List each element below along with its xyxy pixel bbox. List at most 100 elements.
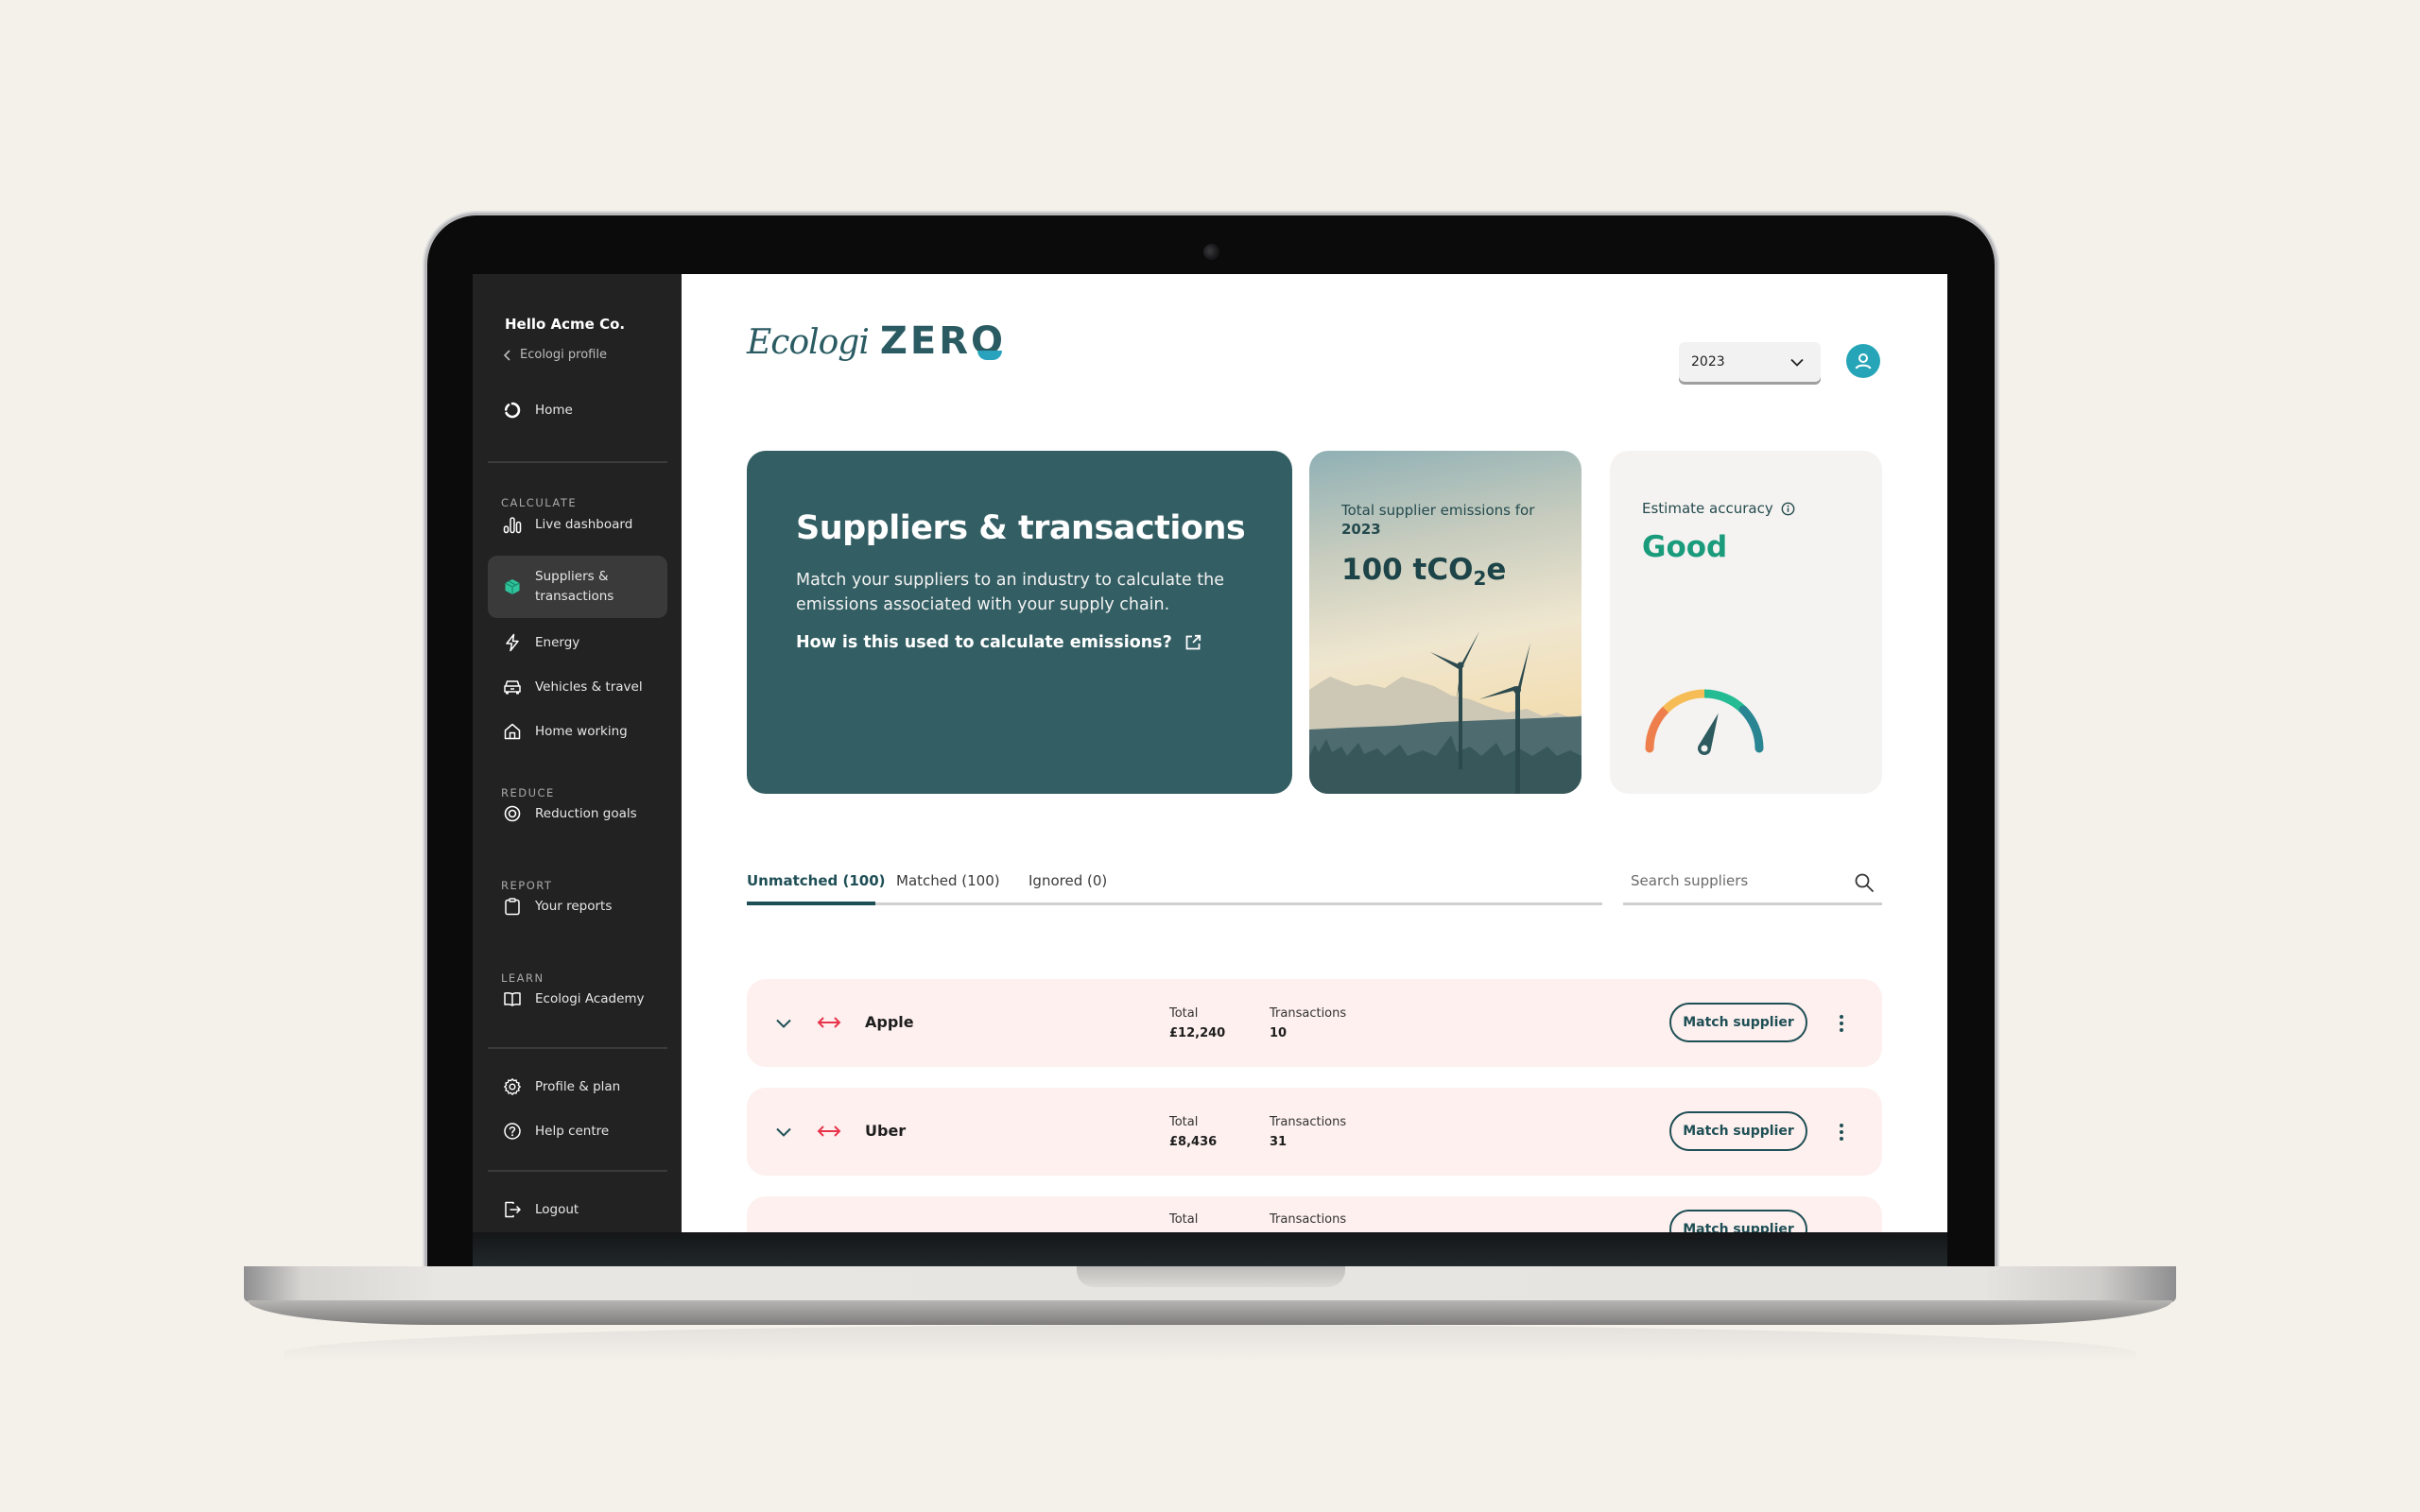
- logout-icon: [503, 1200, 522, 1219]
- webcam: [1203, 244, 1219, 260]
- transactions-label: Transactions: [1270, 1006, 1347, 1021]
- sidebar-item-label: Logout: [535, 1201, 579, 1217]
- supplier-row: Apple Total £12,240 Transactions 10 Match …: [747, 979, 1882, 1067]
- gauge-needle: [1698, 713, 1719, 755]
- search-suppliers: [1623, 872, 1882, 905]
- sidebar-divider: [488, 1170, 667, 1172]
- wind-turbine-landscape-illustration: [1309, 631, 1582, 794]
- app-screen: Hello Acme Co. Ecologi profile Home CALC…: [473, 274, 1947, 1232]
- laptop-bezel-bottom: [473, 1232, 1947, 1266]
- sidebar-item-profile-plan[interactable]: Profile & plan: [488, 1070, 667, 1104]
- info-icon[interactable]: [1781, 502, 1795, 516]
- logo-bold-text: ZERO: [880, 319, 1006, 363]
- active-tab-indicator: [747, 902, 875, 905]
- greeting: Hello Acme Co.: [505, 316, 626, 333]
- gauge-hub: [1701, 745, 1708, 752]
- back-to-ecologi-profile-link[interactable]: Ecologi profile: [503, 348, 607, 362]
- gear-icon: [503, 1077, 522, 1096]
- more-options-icon[interactable]: [1834, 1120, 1849, 1144]
- unmatched-arrows-icon: [817, 1017, 841, 1028]
- supplier-transactions: Transactions 10: [1270, 1004, 1346, 1043]
- total-value: £12,240: [1169, 1026, 1226, 1040]
- accuracy-label: Estimate accuracy: [1642, 500, 1795, 517]
- accuracy-label-text: Estimate accuracy: [1642, 500, 1773, 517]
- user-avatar-button[interactable]: [1846, 344, 1880, 378]
- sidebar-item-home[interactable]: Home: [488, 393, 667, 427]
- more-options-icon[interactable]: [1834, 1011, 1849, 1036]
- supplier-total: Total: [1169, 1210, 1198, 1229]
- help-icon: [503, 1122, 522, 1141]
- tab-ignored[interactable]: Ignored (0): [1028, 872, 1107, 895]
- sidebar-item-label: Profile & plan: [535, 1078, 621, 1094]
- logo-script-text: Ecologi: [747, 323, 870, 362]
- sidebar-item-suppliers-transactions[interactable]: Suppliers & transactions: [488, 556, 667, 618]
- car-icon: [503, 678, 522, 696]
- sidebar-item-vehicles-travel[interactable]: Vehicles & travel: [488, 670, 667, 704]
- emissions-number: 100: [1341, 553, 1403, 587]
- sidebar-item-label: Live dashboard: [535, 516, 633, 532]
- unmatched-arrows-icon: [817, 1125, 841, 1137]
- external-link-icon: [1185, 634, 1201, 650]
- gauge-segment-poor: [1645, 705, 1670, 753]
- laptop-base-lower: [248, 1300, 2172, 1325]
- sidebar-item-label: Help centre: [535, 1123, 610, 1139]
- total-label: Total: [1169, 1115, 1199, 1129]
- search-input[interactable]: [1631, 872, 1820, 889]
- match-supplier-button[interactable]: Match supplier: [1669, 1111, 1807, 1151]
- bar-chart-icon: [503, 515, 522, 534]
- tab-unmatched[interactable]: Unmatched (100): [747, 872, 886, 895]
- supplier-total: Total £12,240: [1169, 1004, 1225, 1043]
- sidebar-item-label: Vehicles & travel: [535, 679, 643, 695]
- supplier-total: Total £8,436: [1169, 1112, 1217, 1152]
- match-supplier-button[interactable]: Match supplier: [1669, 1210, 1807, 1232]
- emissions-year: 2023: [1341, 521, 1381, 538]
- sidebar-item-your-reports[interactable]: Your reports: [488, 889, 667, 923]
- year-select[interactable]: 2023: [1679, 342, 1821, 382]
- emissions-unit-suffix: e: [1486, 553, 1507, 587]
- sidebar-item-label: Your reports: [535, 898, 613, 914]
- year-select-value: 2023: [1691, 354, 1725, 369]
- page-title: Suppliers & transactions: [796, 509, 1246, 547]
- sidebar-item-label: Ecologi Academy: [535, 990, 645, 1006]
- sidebar-item-live-dashboard[interactable]: Live dashboard: [488, 507, 667, 541]
- target-icon: [503, 804, 522, 823]
- box-icon: [503, 577, 522, 596]
- back-link-label: Ecologi profile: [520, 348, 607, 362]
- lightning-icon: [503, 633, 522, 652]
- emissions-unit-subscript: 2: [1473, 567, 1487, 590]
- gauge-segment-excellent: [1738, 705, 1764, 753]
- expand-chevron-icon[interactable]: [773, 1122, 794, 1143]
- search-icon[interactable]: [1854, 872, 1875, 893]
- house-icon: [503, 722, 522, 741]
- how-calculated-link-label: How is this used to calculate emissions?: [796, 633, 1172, 652]
- how-calculated-link[interactable]: How is this used to calculate emissions?: [796, 633, 1202, 652]
- accuracy-gauge: [1645, 689, 1764, 755]
- main-content: Ecologi ZERO 2023 Suppliers & transactio…: [682, 274, 1947, 1232]
- transactions-value: 31: [1270, 1135, 1288, 1149]
- supplier-transactions: Transactions 31: [1270, 1112, 1346, 1152]
- hero-card: Suppliers & transactions Match your supp…: [747, 451, 1292, 794]
- ecologi-zero-logo[interactable]: Ecologi ZERO: [747, 319, 1006, 363]
- supplier-row: Uber Total £8,436 Transactions 31 Match su…: [747, 1088, 1882, 1176]
- sidebar-item-ecologi-academy[interactable]: Ecologi Academy: [488, 982, 667, 1016]
- sidebar-item-help-centre[interactable]: Help centre: [488, 1114, 667, 1148]
- supplier-transactions: Transactions: [1270, 1210, 1346, 1229]
- sidebar-item-energy[interactable]: Energy: [488, 626, 667, 660]
- sidebar-item-label: Home working: [535, 723, 628, 739]
- estimate-accuracy-card: Estimate accuracy Good: [1610, 451, 1882, 794]
- laptop-reflection: [284, 1325, 2136, 1363]
- emissions-label: Total supplier emissions for: [1341, 502, 1535, 519]
- sidebar-item-reduction-goals[interactable]: Reduction goals: [488, 797, 667, 831]
- sidebar-item-home-working[interactable]: Home working: [488, 714, 667, 748]
- tab-matched[interactable]: Matched (100): [896, 872, 1000, 895]
- expand-chevron-icon[interactable]: [773, 1013, 794, 1034]
- match-supplier-button[interactable]: Match supplier: [1669, 1003, 1807, 1042]
- transactions-label: Transactions: [1270, 1115, 1347, 1129]
- sidebar-item-label: Energy: [535, 634, 580, 650]
- gauge-segment-good: [1703, 689, 1747, 713]
- logout-button[interactable]: Logout: [488, 1193, 667, 1227]
- emissions-unit: tCO: [1412, 553, 1474, 587]
- gauge-segment-fair: [1662, 689, 1705, 713]
- laptop-base-notch: [1077, 1266, 1345, 1287]
- accuracy-value: Good: [1642, 530, 1728, 564]
